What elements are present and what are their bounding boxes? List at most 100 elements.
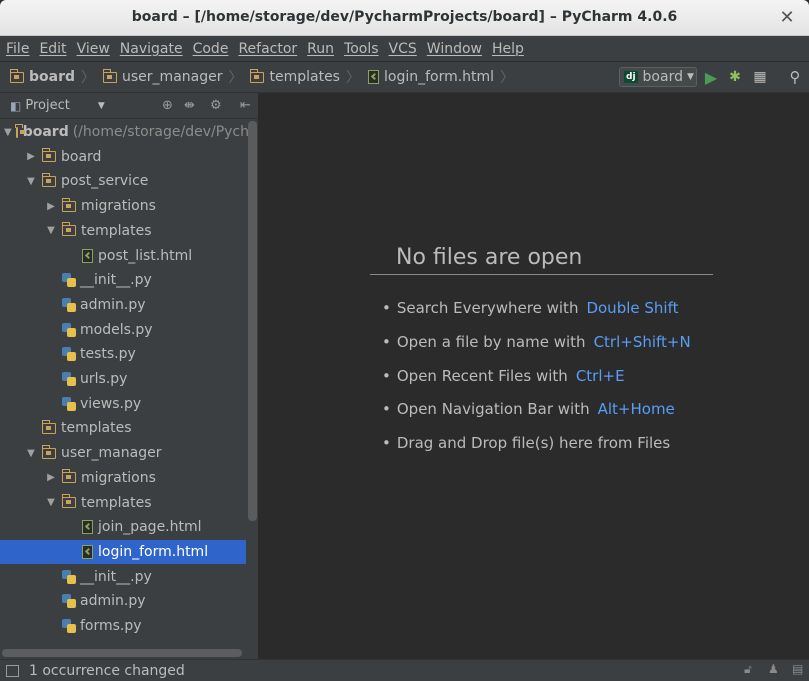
tree-item[interactable]: tests.py	[0, 342, 246, 366]
python-file-icon	[62, 372, 76, 386]
tree-item-label: post_service	[61, 173, 149, 190]
run-button[interactable]: ▶	[702, 67, 720, 87]
tree-item[interactable]: ▼ board (/home/storage/dev/Pych	[0, 120, 250, 144]
tree-item-label: login_form.html	[98, 543, 209, 560]
tip-text: Search Everywhere with	[396, 299, 579, 317]
menu-refactor[interactable]: Refactor	[238, 41, 297, 57]
chevron-down-icon: ▼	[686, 72, 694, 82]
tree-item[interactable]: templates	[0, 416, 246, 440]
event-log-icon[interactable]: ▤	[792, 662, 803, 676]
editor-area[interactable]: No files are open • Search Everywhere wit…	[260, 93, 809, 659]
scroll-from-source-icon[interactable]: ⊕	[162, 98, 173, 113]
lock-icon[interactable]: 🔓︎	[744, 662, 752, 677]
tree-item[interactable]: forms.py	[0, 614, 246, 638]
debug-button[interactable]: ✱	[726, 68, 744, 86]
tip-navigation-bar: • Open Navigation Bar with Alt+Home	[382, 400, 675, 418]
search-everywhere-button[interactable]: ⚲	[786, 68, 804, 86]
breadcrumb-user-manager[interactable]: user_manager 〉	[102, 67, 246, 87]
status-bar: 1 occurrence changed	[0, 659, 809, 681]
tool-windows-toggle-icon[interactable]	[6, 664, 19, 677]
breadcrumb-login-form[interactable]: login_form.html 〉	[367, 67, 518, 87]
menu-navigate[interactable]: Navigate	[120, 41, 183, 57]
menu-code[interactable]: Code	[193, 41, 229, 57]
menu-window[interactable]: Window	[427, 41, 482, 57]
breadcrumb-label: user_manager	[122, 69, 223, 85]
menu-tools[interactable]: Tools	[344, 41, 379, 57]
chevron-right-icon[interactable]: ▶	[44, 201, 58, 212]
tree-item-label: join_page.html	[98, 519, 202, 536]
play-icon: ▶	[704, 67, 718, 87]
bullet-icon: •	[382, 299, 391, 317]
tree-item-label: views.py	[80, 395, 142, 412]
tree-item[interactable]: ▼ user_manager	[0, 441, 246, 465]
tip-shortcut: Ctrl+Shift+N	[593, 333, 691, 351]
tree-item[interactable]: ▼ templates	[0, 491, 246, 515]
tree-item[interactable]: models.py	[0, 318, 246, 342]
tree-item-label: urls.py	[80, 371, 128, 387]
tree-item[interactable]: join_page.html	[0, 515, 246, 539]
tree-item[interactable]: ▼ post_service	[0, 169, 246, 193]
run-configuration-label: board	[642, 69, 683, 85]
html-file-icon	[367, 70, 379, 84]
tree-item[interactable]: __init__.py	[0, 565, 246, 589]
tree-item[interactable]: admin.py	[0, 293, 246, 317]
inspector-icon[interactable]: ♟	[768, 662, 779, 676]
menu-file[interactable]: File	[6, 41, 29, 57]
breadcrumb-board[interactable]: board 〉	[9, 67, 99, 87]
tip-shortcut: Double Shift	[586, 299, 679, 317]
gear-icon[interactable]: ⚙	[210, 98, 222, 113]
coverage-button[interactable]: ▦	[751, 68, 769, 86]
folder-icon	[41, 172, 56, 187]
tree-item[interactable]: ▶ migrations	[0, 466, 246, 490]
tree-item-path: (/home/storage/dev/Pych	[72, 124, 250, 140]
tree-item-label: templates	[81, 494, 152, 511]
tip-text: Open Recent Files with	[396, 367, 568, 385]
menu-vcs[interactable]: VCS	[389, 41, 417, 57]
coverage-icon: ▦	[753, 69, 767, 85]
close-icon[interactable]: ✕	[777, 8, 797, 28]
menu-edit[interactable]: Edit	[39, 41, 66, 57]
tree-item[interactable]: ▶ board	[0, 145, 246, 169]
chevron-down-icon[interactable]: ▼	[24, 448, 38, 459]
tip-text: Open a file by name with	[396, 333, 586, 351]
folder-icon	[61, 197, 76, 212]
tree-item[interactable]: __init__.py	[0, 268, 246, 292]
breadcrumb-label: login_form.html	[383, 69, 495, 85]
menu-run[interactable]: Run	[307, 41, 334, 57]
tree-vertical-scrollbar[interactable]	[248, 121, 257, 521]
tree-item[interactable]: post_list.html	[0, 244, 246, 268]
collapse-all-icon[interactable]: ⇼	[184, 98, 195, 113]
chevron-down-icon[interactable]: ▼	[98, 101, 105, 111]
run-configuration-select[interactable]: dj board ▼	[619, 67, 697, 87]
tree-item[interactable]: ▼ templates	[0, 219, 246, 243]
chevron-down-icon[interactable]: ▼	[24, 176, 38, 187]
project-panel-title[interactable]: Project	[25, 98, 69, 113]
bullet-icon: •	[382, 367, 391, 385]
python-file-icon	[62, 297, 76, 312]
chevron-right-icon[interactable]: ▶	[44, 472, 58, 483]
tree-item[interactable]: views.py	[0, 392, 246, 416]
tree-item[interactable]: urls.py	[0, 367, 246, 391]
tree-item[interactable]: ▶ migrations	[0, 194, 246, 218]
tip-open-file: • Open a file by name with Ctrl+Shift+N	[382, 333, 691, 351]
tree-horizontal-scrollbar[interactable]	[2, 649, 242, 657]
chevron-down-icon[interactable]: ▼	[44, 225, 58, 236]
tree-item[interactable]: login_form.html	[0, 539, 246, 564]
folder-icon	[41, 419, 56, 434]
search-icon: ⚲	[789, 68, 801, 86]
python-file-icon	[62, 322, 76, 337]
chevron-down-icon[interactable]: ▼	[44, 497, 58, 508]
tree-item-label: forms.py	[80, 618, 142, 634]
chevron-down-icon[interactable]: ▼	[4, 127, 12, 138]
django-icon: dj	[624, 71, 638, 83]
hide-panel-icon[interactable]: ⇤	[240, 98, 251, 113]
breadcrumb-templates[interactable]: templates 〉	[249, 67, 364, 87]
menu-view[interactable]: View	[77, 41, 110, 57]
menu-help[interactable]: Help	[492, 41, 524, 57]
python-file-icon	[62, 396, 76, 411]
tree-item[interactable]: admin.py	[0, 589, 246, 613]
tree-item-label: board	[22, 124, 69, 140]
tip-recent-files: • Open Recent Files with Ctrl+E	[382, 367, 625, 385]
chevron-right-icon[interactable]: ▶	[24, 151, 38, 162]
bullet-icon: •	[382, 400, 391, 418]
